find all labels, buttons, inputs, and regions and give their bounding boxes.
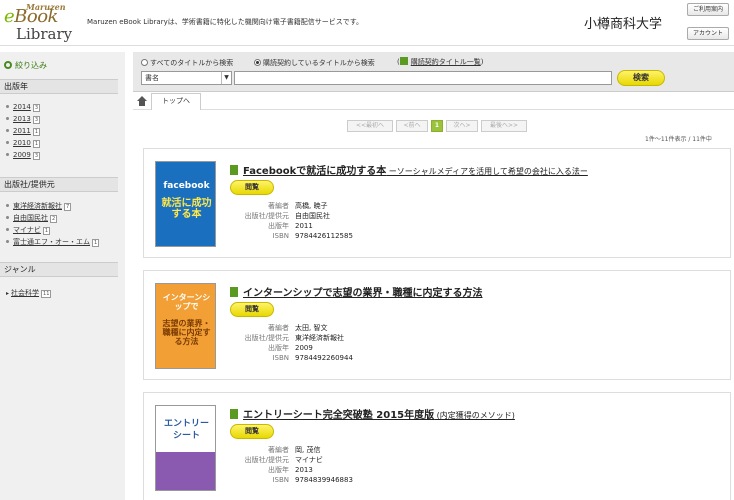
sidebar-item-2014[interactable]: 2014 3 bbox=[6, 103, 41, 115]
read-button[interactable]: 閲覧 bbox=[230, 424, 274, 439]
page-last-button[interactable]: 最後へ>> bbox=[481, 120, 527, 132]
search-area: すべてのタイトルから検索 購読契約しているタイトルから検索 (購読契約タイトル一… bbox=[133, 52, 734, 92]
chevron-down-icon[interactable]: ▼ bbox=[221, 72, 231, 84]
page-prev-button[interactable]: <前へ bbox=[396, 120, 428, 132]
book-meta: 著編者 太田, 智文 出版社/提供元 東洋経済新報社 出版年 2009 ISBN 978… bbox=[244, 324, 353, 362]
sidebar-item-2009[interactable]: 2009 3 bbox=[6, 151, 41, 163]
logo[interactable]: Maruzen eBook Library bbox=[4, 2, 80, 44]
guide-button[interactable]: ご利用案内 bbox=[687, 3, 729, 16]
radio-all-titles[interactable]: すべてのタイトルから検索 bbox=[141, 58, 233, 68]
breadcrumb: トップへ bbox=[133, 92, 734, 110]
filter-heading: 絞り込み bbox=[4, 60, 47, 71]
sidebar-item-toyokeizai[interactable]: 東洋経済新報社 7 bbox=[6, 201, 99, 213]
book-icon bbox=[230, 287, 238, 297]
list-icon bbox=[399, 57, 408, 65]
genre-list: ▸ 社会科学 11 bbox=[6, 288, 52, 300]
contract-list-link[interactable]: (購読契約タイトル一覧) bbox=[397, 57, 483, 67]
book-card: インターンシップで 志望の業界・職種に内定する方法 インターンシップで志望の業界… bbox=[143, 270, 731, 380]
book-icon bbox=[230, 165, 238, 175]
sidebar-section-year: 出版年 bbox=[0, 79, 118, 94]
home-icon[interactable] bbox=[137, 96, 147, 106]
search-field-select[interactable]: 書名 ▼ bbox=[141, 71, 232, 85]
book-meta: 著編者 高橋, 暁子 出版社/提供元 自由国民社 出版年 2011 ISBN 97844… bbox=[244, 202, 353, 240]
sidebar-item-2013[interactable]: 2013 3 bbox=[6, 115, 41, 127]
read-button[interactable]: 閲覧 bbox=[230, 180, 274, 195]
sidebar-section-genre: ジャンル bbox=[0, 262, 118, 277]
book-icon bbox=[230, 409, 238, 419]
page-next-button[interactable]: 次へ> bbox=[446, 120, 478, 132]
book-cover[interactable]: エントリー シート bbox=[155, 405, 216, 491]
filter-icon bbox=[4, 61, 12, 69]
sidebar-item-jiyukokumin[interactable]: 自由国民社 2 bbox=[6, 213, 99, 225]
book-title-link[interactable]: エントリーシート完全突破塾 2015年度版 (内定獲得のメソッド) bbox=[230, 406, 515, 421]
book-title-link[interactable]: Facebookで就活に成功する本 ーソーシャルメディアを活用して希望の会社に入… bbox=[230, 162, 588, 177]
account-button[interactable]: アカウント bbox=[687, 27, 729, 40]
triangle-right-icon: ▸ bbox=[6, 290, 10, 297]
tagline: Maruzen eBook Libraryは、学術書籍に特化した機関向け電子書籍… bbox=[87, 18, 364, 26]
university-name: 小樽商科大学 bbox=[584, 17, 663, 32]
sidebar-item-mynavi[interactable]: マイナビ 1 bbox=[6, 225, 99, 237]
publisher-list: 東洋経済新報社 7 自由国民社 2 マイナビ 1 富士通エフ・オー・エム 1 bbox=[6, 201, 100, 249]
search-input[interactable] bbox=[234, 71, 612, 85]
radio-icon[interactable] bbox=[141, 59, 148, 66]
header: Maruzen eBook Library Maruzen eBook Libr… bbox=[0, 0, 734, 46]
logo-ebook: eBook bbox=[4, 6, 58, 27]
book-meta: 著編者 岡, 茂信 出版社/提供元 マイナビ 出版年 2013 ISBN 9784839… bbox=[244, 446, 353, 484]
sidebar-item-2011[interactable]: 2011 1 bbox=[6, 127, 41, 139]
result-count: 1件〜11件表示 / 11件中 bbox=[645, 136, 712, 143]
logo-library: Library bbox=[16, 25, 73, 43]
sidebar: 絞り込み 出版年 2014 3 2013 3 2011 1 2010 1 2009 3 出… bbox=[0, 52, 125, 500]
breadcrumb-top[interactable]: トップへ bbox=[151, 93, 201, 110]
page-current: 1 bbox=[431, 120, 443, 132]
radio-contracted-titles[interactable]: 購読契約しているタイトルから検索 bbox=[254, 58, 375, 68]
sidebar-section-publisher: 出版社/提供元 bbox=[0, 177, 118, 192]
sidebar-item-social-science[interactable]: ▸ 社会科学 11 bbox=[6, 288, 52, 300]
book-card: エントリー シート エントリーシート完全突破塾 2015年度版 (内定獲得のメソ… bbox=[143, 392, 731, 500]
search-button[interactable]: 検索 bbox=[617, 70, 665, 86]
sidebar-item-2010[interactable]: 2010 1 bbox=[6, 139, 41, 151]
read-button[interactable]: 閲覧 bbox=[230, 302, 274, 317]
year-list: 2014 3 2013 3 2011 1 2010 1 2009 3 bbox=[6, 103, 41, 163]
book-cover[interactable]: facebook 就活に成功する本 bbox=[155, 161, 216, 247]
book-title-link[interactable]: インターンシップで志望の業界・職種に内定する方法 bbox=[230, 284, 483, 299]
book-cover[interactable]: インターンシップで 志望の業界・職種に内定する方法 bbox=[155, 283, 216, 369]
sidebar-item-fom[interactable]: 富士通エフ・オー・エム 1 bbox=[6, 237, 100, 249]
page-first-button[interactable]: <<最初へ bbox=[347, 120, 393, 132]
radio-selected-icon[interactable] bbox=[254, 59, 261, 66]
book-card: facebook 就活に成功する本 Facebookで就活に成功する本 ーソーシ… bbox=[143, 148, 731, 258]
